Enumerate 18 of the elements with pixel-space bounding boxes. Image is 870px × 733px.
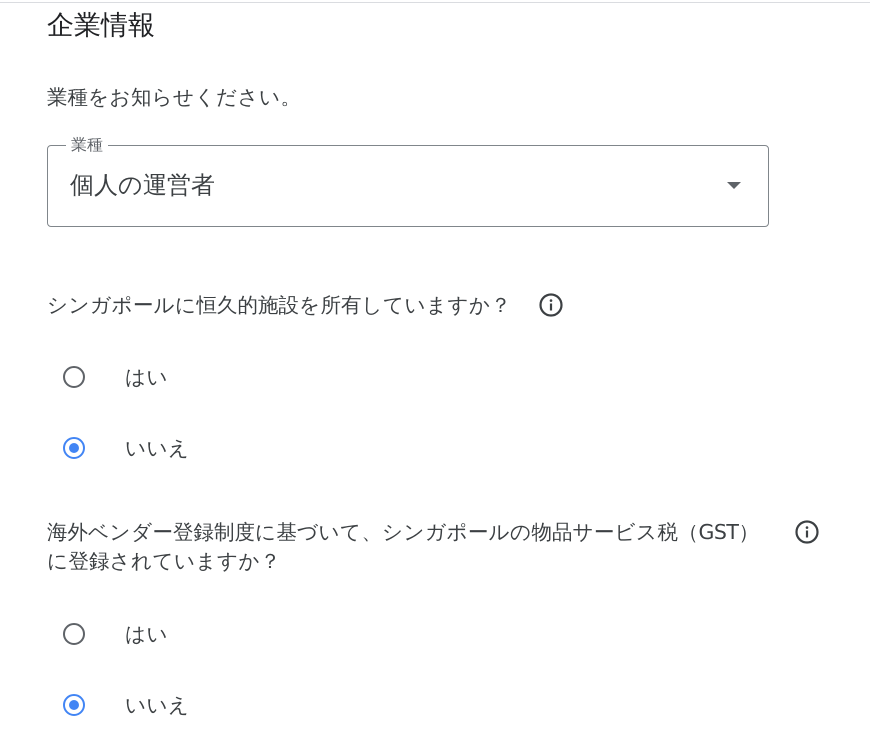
select-label: 業種 [70,135,104,155]
radio-button[interactable] [63,436,85,458]
option-label: はい [125,364,168,390]
prompt-text: 業種をお知らせください。 [47,84,301,111]
info-icon[interactable] [795,520,819,544]
option-label: いいえ [125,434,190,462]
radio-button[interactable] [63,622,85,644]
industry-select[interactable]: 業種 個人の運営者 [47,135,769,227]
select-value: 個人の運営者 [70,170,215,201]
radio-button[interactable] [63,694,85,716]
question-text: 海外ベンダー登録制度に基づいて、シンガポールの物品サービス税（GST）に登録されていますか？ [47,519,760,575]
question-text: シンガポールに恒久的施設を所有していますか？ [47,292,511,319]
info-icon[interactable] [539,293,563,317]
section-title: 企業情報 [47,9,155,43]
radio-button[interactable] [63,366,85,388]
option-label: はい [125,620,168,648]
caret-icon [727,182,741,188]
option-label: いいえ [125,692,190,718]
